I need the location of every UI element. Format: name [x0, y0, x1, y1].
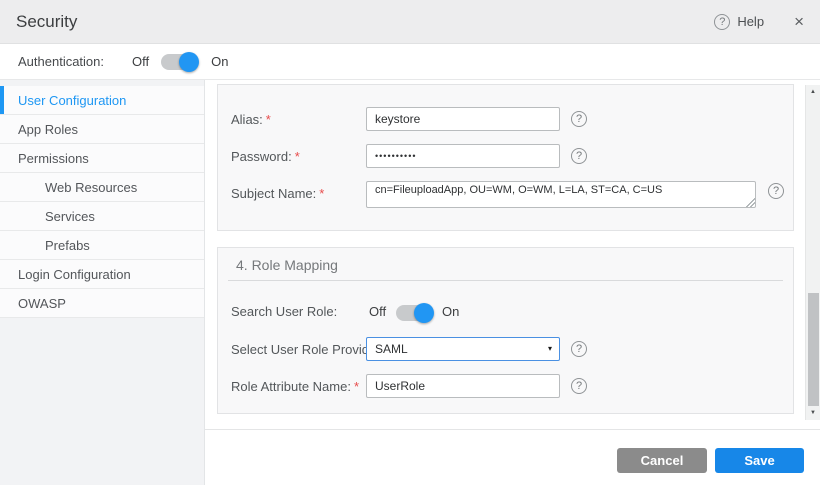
password-label: Password:* — [231, 149, 300, 164]
auth-toggle-off-label: Off — [132, 54, 149, 69]
sidebar-item-services[interactable]: Services — [0, 202, 204, 231]
search-user-role-toggle[interactable] — [396, 305, 432, 321]
security-dialog: Security ? Help × Authentication: Off On… — [0, 0, 820, 485]
alias-input[interactable] — [366, 107, 560, 131]
content-area: Alias:* ? Password:* ? Subject Name:* cn… — [205, 80, 820, 485]
help-button[interactable]: Help — [737, 14, 764, 29]
scrollbar-thumb[interactable] — [808, 293, 819, 406]
search-toggle-on-label: On — [442, 304, 459, 319]
role-mapping-section: 4. Role Mapping Search User Role: Off On… — [217, 247, 794, 414]
footer-divider — [205, 429, 820, 430]
required-asterisk: * — [295, 149, 300, 164]
toggle-knob — [179, 52, 199, 72]
subject-name-label: Subject Name:* — [231, 186, 324, 201]
subject-name-textarea[interactable]: cn=FileuploadApp, OU=WM, O=WM, L=LA, ST=… — [366, 181, 756, 208]
required-asterisk: * — [319, 186, 324, 201]
help-icon[interactable]: ? — [714, 14, 730, 30]
provider-label: Select User Role Provider: — [231, 342, 384, 357]
required-asterisk: * — [266, 112, 271, 127]
section-divider — [228, 280, 783, 281]
page-title: Security — [16, 12, 77, 32]
auth-toggle-on-label: On — [211, 54, 228, 69]
sidebar-item-permissions[interactable]: Permissions — [0, 144, 204, 173]
keystore-section: Alias:* ? Password:* ? Subject Name:* cn… — [217, 84, 794, 231]
role-mapping-title: 4. Role Mapping — [236, 257, 338, 273]
sidebar-item-app-roles[interactable]: App Roles — [0, 115, 204, 144]
vertical-scrollbar[interactable]: ▲ ▼ — [805, 85, 820, 420]
role-attribute-help-icon[interactable]: ? — [571, 378, 587, 394]
sidebar-item-owasp[interactable]: OWASP — [0, 289, 204, 318]
search-toggle-off-label: Off — [369, 304, 386, 319]
authentication-toggle[interactable] — [161, 54, 197, 70]
sidebar-item-login-configuration[interactable]: Login Configuration — [0, 260, 204, 289]
authentication-bar: Authentication: Off On — [0, 44, 820, 80]
required-asterisk: * — [354, 379, 359, 394]
password-help-icon[interactable]: ? — [571, 148, 587, 164]
sidebar-item-user-configuration[interactable]: User Configuration — [0, 86, 204, 115]
resize-grip-icon[interactable] — [746, 198, 755, 207]
authentication-label: Authentication: — [18, 54, 104, 69]
alias-help-icon[interactable]: ? — [571, 111, 587, 127]
search-user-role-label: Search User Role: — [231, 304, 337, 319]
sidebar: User Configuration App Roles Permissions… — [0, 80, 205, 485]
provider-select-value: SAML — [375, 342, 408, 356]
close-icon[interactable]: × — [794, 12, 804, 32]
provider-help-icon[interactable]: ? — [571, 341, 587, 357]
save-button[interactable]: Save — [715, 448, 804, 473]
sidebar-item-prefabs[interactable]: Prefabs — [0, 231, 204, 260]
alias-label: Alias:* — [231, 112, 271, 127]
toggle-knob — [414, 303, 434, 323]
role-attribute-label: Role Attribute Name:* — [231, 379, 359, 394]
scroll-down-icon[interactable]: ▼ — [806, 410, 820, 416]
cancel-button[interactable]: Cancel — [617, 448, 707, 473]
scroll-up-icon[interactable]: ▲ — [806, 89, 820, 95]
provider-select[interactable]: SAML ▾ — [366, 337, 560, 361]
select-arrow-icon: ▾ — [548, 338, 552, 360]
sidebar-item-web-resources[interactable]: Web Resources — [0, 173, 204, 202]
role-attribute-input[interactable] — [366, 374, 560, 398]
password-input[interactable] — [366, 144, 560, 168]
subject-name-help-icon[interactable]: ? — [768, 183, 784, 199]
header: Security ? Help × — [0, 0, 820, 44]
